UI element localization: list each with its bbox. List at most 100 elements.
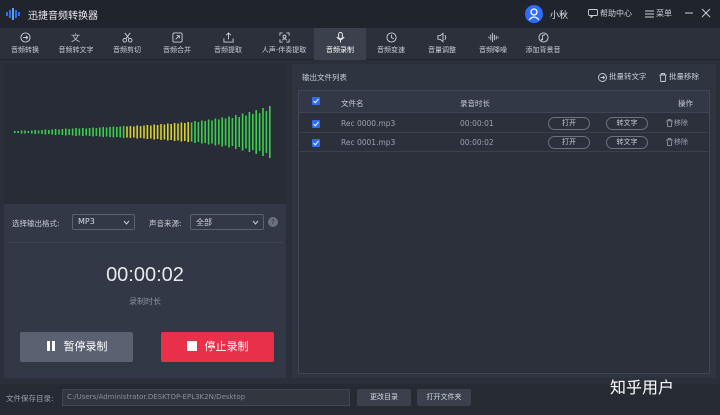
app-title: 迅捷音频转换器 (28, 11, 98, 22)
tab-audio-convert[interactable]: 音频转换 (0, 28, 50, 60)
waveform-bar (54, 129, 57, 135)
username[interactable]: 小秋 (550, 8, 568, 21)
source-select[interactable]: 全部 (190, 214, 264, 230)
waveform-bar (112, 126, 115, 138)
batch-to-text-button[interactable]: 批量转文字 (598, 71, 647, 82)
tab-add-background-music[interactable]: 添加背景音 (518, 28, 568, 60)
tab-vocal-extract[interactable]: 人声-伴奏提取 (254, 28, 314, 60)
waveform-bar (262, 108, 264, 156)
waveform-bar (102, 127, 104, 137)
extract-icon (222, 32, 234, 43)
waveform-bar (82, 128, 84, 136)
waveform-bar (156, 125, 159, 139)
waveform-bar (99, 127, 101, 137)
waveform-bar (214, 118, 217, 146)
waveform-bar (235, 115, 237, 149)
waveform-bar (218, 119, 220, 145)
trash-icon (666, 119, 673, 127)
waveform-bar (78, 128, 81, 136)
batch-remove-button[interactable]: 批量移除 (659, 71, 699, 82)
speed-icon (385, 32, 397, 43)
column-header-duration: 录音时长 (460, 99, 490, 108)
change-directory-button[interactable]: 更改目录 (357, 389, 411, 406)
waveform-bar (17, 131, 19, 133)
help-center-button[interactable]: 帮助中心 (588, 8, 632, 19)
tab-label: 音频降噪 (479, 46, 507, 54)
help-icon[interactable]: ? (268, 217, 278, 227)
check-icon (313, 140, 319, 146)
title-bar: 迅捷音频转换器 小秋 帮助中心 菜单 (0, 0, 720, 28)
waveform-bar (24, 130, 26, 134)
waveform-bar (167, 123, 169, 141)
avatar[interactable] (525, 5, 543, 23)
waveform-bar (146, 125, 149, 139)
waveform-bar (201, 120, 203, 144)
waveform-bar (34, 130, 36, 134)
waveform-bar (252, 114, 254, 150)
format-select[interactable]: MP3 (72, 214, 135, 230)
waveform-bar (20, 130, 23, 134)
format-value: MP3 (78, 217, 95, 226)
table-row[interactable]: Rec 0000.mp3 00:00:01 打开 转文字 移除 (299, 115, 709, 133)
scissors-icon (121, 32, 133, 43)
open-file-button[interactable]: 打开 (548, 136, 590, 149)
remove-file-button[interactable]: 移除 (666, 118, 688, 128)
tab-audio-denoise[interactable]: 音频降噪 (468, 28, 518, 60)
row-checkbox[interactable] (312, 139, 320, 147)
tab-audio-merge[interactable]: 音频合并 (152, 28, 202, 60)
to-text-button[interactable]: 转文字 (606, 136, 648, 149)
waveform-bar (255, 110, 257, 154)
waveform-bar (61, 129, 64, 135)
stop-recording-button[interactable]: 停止录制 (161, 332, 274, 362)
trash-icon (666, 138, 673, 146)
waveform-bar (71, 128, 74, 136)
toolbar: 音频转换 文 音频转文字 音频剪切 音频合并 音频提取 人声-伴奏提取 音频录制… (0, 28, 720, 60)
waveform-bar (184, 123, 186, 141)
trash-icon (659, 72, 667, 82)
close-icon[interactable] (700, 7, 712, 19)
tab-audio-speed[interactable]: 音频变速 (366, 28, 416, 60)
check-icon (313, 98, 319, 104)
pause-icon (46, 341, 55, 351)
batch-to-text-label: 批量转文字 (609, 72, 647, 81)
open-folder-button[interactable]: 打开文件夹 (417, 389, 471, 406)
pause-recording-button[interactable]: 暂停录制 (20, 332, 133, 362)
user-icon (528, 8, 540, 21)
waveform-bar (139, 126, 142, 138)
waveform-bar (31, 130, 33, 134)
watermark: 知乎用户 (610, 378, 675, 397)
to-text-button[interactable]: 转文字 (606, 117, 648, 130)
microphone-icon (335, 32, 345, 43)
waveform-bar (153, 124, 155, 140)
tab-audio-record[interactable]: 音频录制 (314, 28, 366, 60)
file-duration: 00:00:01 (460, 119, 494, 128)
waveform-bar (88, 128, 91, 136)
waveform-bar (241, 113, 244, 151)
waveform-bar (122, 126, 125, 138)
waveform-bar (37, 130, 40, 134)
waveform-bar (48, 130, 50, 134)
menu-button[interactable]: 菜单 (645, 8, 672, 19)
waveform-bar (133, 126, 135, 138)
convert-icon (19, 32, 31, 43)
save-directory-field[interactable]: C:/Users/Administrator.DESKTOP-EPL3K2N/D… (62, 389, 350, 406)
tab-speech-to-text[interactable]: 文 音频转文字 (50, 28, 102, 60)
minimize-icon[interactable] (683, 7, 695, 19)
table-row[interactable]: Rec 0001.mp3 00:00:02 打开 转文字 移除 (299, 134, 709, 152)
row-checkbox[interactable] (312, 120, 320, 128)
merge-icon (171, 32, 183, 43)
waveform-bar (228, 116, 230, 148)
tab-audio-cut[interactable]: 音频剪切 (102, 28, 152, 60)
chat-icon (588, 9, 598, 19)
select-all-checkbox[interactable] (312, 97, 320, 105)
waveform-bar (95, 128, 98, 136)
source-label: 声音来源: (149, 219, 182, 228)
tab-audio-extract[interactable]: 音频提取 (202, 28, 254, 60)
file-table: 文件名 录音时长 操作 Rec 0000.mp3 00:00:01 打开 转文字… (298, 90, 710, 374)
remove-file-button[interactable]: 移除 (666, 137, 688, 147)
waveform-bar (44, 129, 47, 135)
tab-volume-adjust[interactable]: 音量调整 (416, 28, 468, 60)
waveform-bar (75, 128, 77, 136)
open-file-button[interactable]: 打开 (548, 117, 590, 130)
waveform-bar (150, 125, 152, 139)
